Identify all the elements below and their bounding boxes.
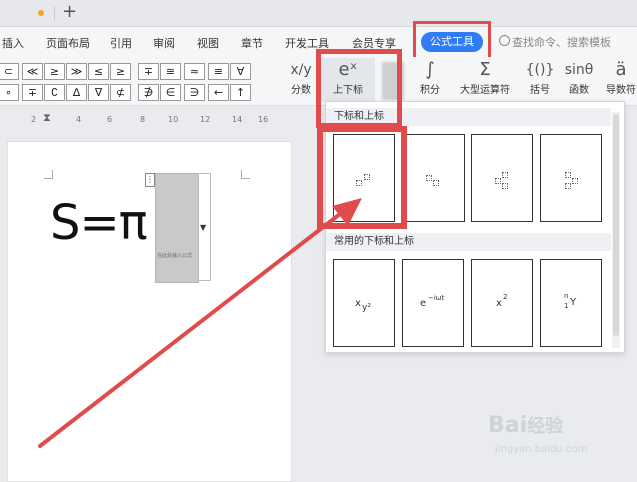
base-slot-icon bbox=[495, 178, 501, 184]
symbol-cell[interactable]: ∁ bbox=[44, 84, 65, 101]
tile-sub-superscript[interactable] bbox=[471, 134, 533, 222]
symbol-cell[interactable]: ≥ bbox=[110, 63, 131, 80]
symbol-cell[interactable]: ⊄ bbox=[110, 84, 131, 101]
command-search-input[interactable]: 查找命令、搜索模板 bbox=[512, 34, 611, 50]
ruler-number: 10 bbox=[168, 115, 179, 124]
symbol-cell[interactable]: ≪ bbox=[22, 63, 43, 80]
symbol-cell[interactable]: ≫ bbox=[66, 63, 87, 80]
tile-common-n1-y[interactable]: n 1 Y bbox=[540, 259, 602, 347]
ruler-number: 6 bbox=[107, 115, 113, 124]
indent-marker-icon[interactable]: ⧗ bbox=[43, 111, 51, 125]
ruler-number: 4 bbox=[76, 115, 82, 124]
bracket-button[interactable]: {()} 括号 bbox=[522, 59, 558, 96]
symbol-cell[interactable]: ⊂ bbox=[0, 63, 19, 80]
tile-subscript[interactable] bbox=[403, 134, 465, 222]
section-title-common: 常用的下标和上标 bbox=[326, 233, 611, 251]
tile-common-e-iwt[interactable]: e −iωt bbox=[402, 259, 464, 347]
formula-placeholder-hint: 在此处输入公式 bbox=[157, 253, 193, 259]
sub-slot-icon bbox=[433, 180, 439, 186]
symbol-cell[interactable]: ∋ bbox=[184, 84, 205, 101]
crop-mark bbox=[241, 170, 250, 179]
formula-text[interactable]: S=π bbox=[50, 195, 148, 251]
menu-page-layout[interactable]: 页面布局 bbox=[46, 35, 90, 51]
symbol-cell[interactable]: ∘ bbox=[0, 84, 19, 101]
sub-slot-icon bbox=[565, 183, 571, 189]
ruler-number: 8 bbox=[140, 115, 146, 124]
sigma-icon: Σ bbox=[479, 59, 491, 80]
symbol-cell[interactable]: ∈ bbox=[160, 84, 181, 101]
symbol-cell[interactable]: ≥ bbox=[44, 63, 65, 80]
crop-mark bbox=[44, 170, 53, 179]
symbol-cell[interactable]: ↑ bbox=[230, 84, 251, 101]
symbol-cell[interactable]: ≡ bbox=[208, 63, 229, 80]
symbol-cell[interactable]: ∇ bbox=[88, 84, 109, 101]
base-slot-icon bbox=[572, 178, 578, 184]
function-icon: sinθ bbox=[564, 62, 594, 78]
chevron-down-icon: ▼ bbox=[200, 223, 207, 232]
symbol-cell[interactable]: ∆ bbox=[66, 84, 87, 101]
sup-slot-icon bbox=[565, 172, 571, 178]
symbol-cell[interactable]: ← bbox=[208, 84, 229, 101]
sup-slot-icon bbox=[502, 172, 508, 178]
integral-icon: ∫ bbox=[425, 59, 435, 80]
menu-review[interactable]: 审阅 bbox=[153, 35, 175, 51]
fraction-button[interactable]: x/y 分数 bbox=[286, 59, 316, 96]
highlight-box-formula-tab bbox=[413, 21, 491, 61]
ruler-number: 12 bbox=[200, 115, 211, 124]
ruler-number: 16 bbox=[258, 115, 269, 124]
tile-common-x-y2[interactable]: x y² bbox=[333, 259, 395, 347]
ruler-number: 2 bbox=[31, 115, 37, 124]
derivative-button[interactable]: ä 导数符 bbox=[601, 59, 637, 96]
menu-chapter[interactable]: 章节 bbox=[241, 35, 263, 51]
menu-insert[interactable]: 插入 bbox=[2, 35, 24, 51]
watermark-logo: Bai经验 bbox=[488, 413, 564, 438]
menu-view[interactable]: 视图 bbox=[197, 35, 219, 51]
watermark-url: jingyan.baidu.com bbox=[495, 444, 588, 455]
symbol-cell[interactable]: ≈ bbox=[184, 63, 205, 80]
menu-references[interactable]: 引用 bbox=[110, 35, 132, 51]
ruler-number: 14 bbox=[232, 115, 243, 124]
symbol-cell[interactable]: ∀ bbox=[230, 63, 251, 80]
derivative-icon: ä bbox=[615, 59, 627, 80]
search-icon bbox=[499, 35, 510, 46]
highlight-box-subsup-button bbox=[316, 49, 402, 128]
new-tab-plus-icon[interactable]: + bbox=[62, 1, 77, 23]
symbol-cell[interactable]: ∌ bbox=[138, 84, 159, 101]
panel-scrollbar-thumb[interactable] bbox=[613, 114, 619, 336]
symbol-cell[interactable]: ∓ bbox=[22, 84, 43, 101]
fraction-icon: x/y bbox=[290, 62, 312, 78]
function-button[interactable]: sinθ 函数 bbox=[561, 59, 597, 96]
integral-button[interactable]: ∫ 积分 bbox=[412, 59, 448, 96]
document-page[interactable] bbox=[7, 141, 292, 482]
symbol-cell[interactable]: ≤ bbox=[88, 63, 109, 80]
large-operator-button[interactable]: Σ 大型运算符 bbox=[452, 59, 518, 96]
tile-left-sub-superscript[interactable] bbox=[540, 134, 602, 222]
base-slot-icon bbox=[426, 175, 432, 181]
formula-handle-icon[interactable]: ⋮ bbox=[145, 173, 155, 187]
tab-strip bbox=[0, 0, 637, 27]
highlight-box-first-tile bbox=[317, 126, 407, 229]
sub-slot-icon bbox=[502, 183, 508, 189]
unsaved-dot-icon bbox=[38, 10, 44, 16]
formula-placeholder-box[interactable] bbox=[155, 173, 199, 283]
tab-divider bbox=[54, 6, 55, 20]
symbol-cell[interactable]: ≅ bbox=[160, 63, 181, 80]
tile-common-x2[interactable]: x 2 bbox=[471, 259, 533, 347]
symbol-cell[interactable]: ∓ bbox=[138, 63, 159, 80]
bracket-icon: {()} bbox=[525, 62, 555, 78]
